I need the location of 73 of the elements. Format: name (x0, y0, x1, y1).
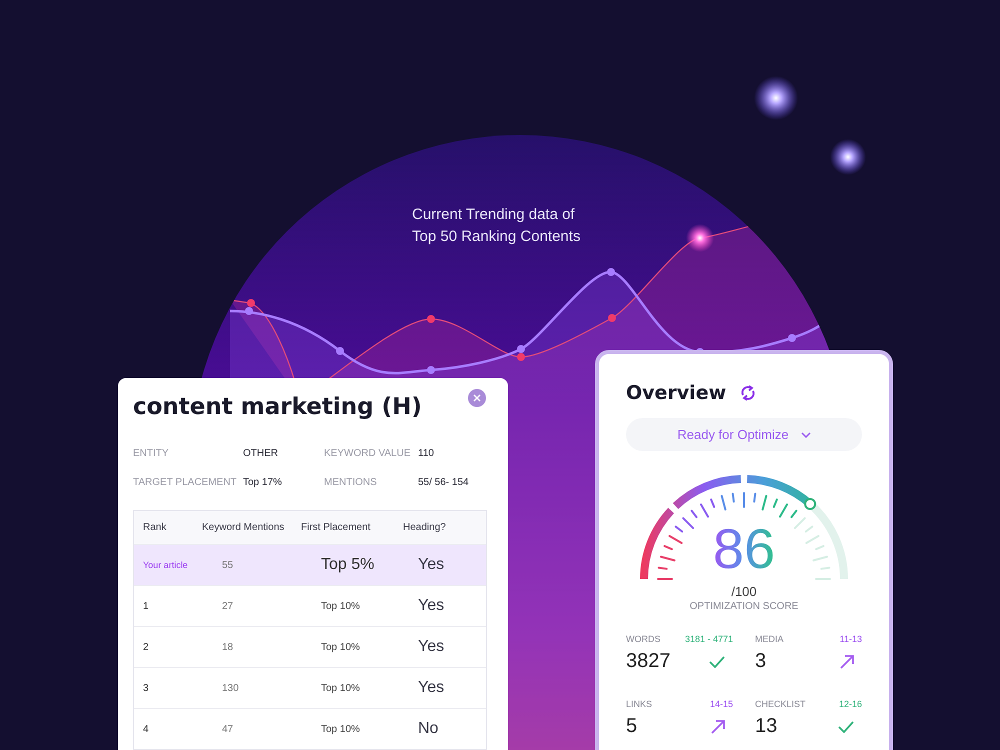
column-header: First Placement (301, 522, 372, 533)
table-cell-text: 130 (221, 682, 240, 694)
check-icon (838, 720, 854, 732)
metric-range: 11-13 (840, 634, 862, 644)
metric-label: MEDIA (755, 634, 784, 644)
close-button[interactable] (468, 389, 486, 407)
table-row[interactable]: 2 18 Top 10% Yes (134, 626, 486, 667)
glow-light (686, 224, 714, 252)
metric-range: 12-16 (838, 699, 862, 709)
table-cell-text: 3 (142, 682, 150, 694)
data-point (607, 268, 615, 276)
table-cell-text: 55 (221, 560, 234, 570)
table-cell-text: No (417, 720, 440, 738)
close-icon (473, 394, 481, 402)
score-max: /100 (730, 584, 758, 599)
table-cell-text: 4 (142, 724, 150, 734)
table-cell-text: Yes (417, 638, 446, 656)
table-row[interactable]: 3 130 Top 10% Yes (134, 667, 486, 708)
table-cell-text: Top 10% (320, 682, 361, 694)
arrow-up-right-icon (840, 654, 854, 668)
fact-label: KEYWORD VALUE (324, 448, 412, 459)
fact-label: ENTITY (133, 448, 170, 459)
metric-value: 3 (755, 650, 766, 673)
column-header: Rank (142, 522, 168, 533)
data-point (788, 334, 796, 342)
fact-value: Top 17% (243, 477, 283, 488)
table-row[interactable]: 4 47 Top 10% No (134, 708, 486, 749)
table-cell-text: 27 (221, 600, 234, 612)
fact-label: TARGET PLACEMENT (133, 477, 238, 488)
table-cell-text: Yes (417, 679, 446, 697)
table-cell-text: Yes (417, 556, 446, 574)
metric-range: 3181 - 4771 (684, 634, 733, 644)
chevron-down-icon (800, 432, 811, 438)
metric-label: LINKS (626, 699, 652, 709)
data-point (336, 347, 344, 355)
status-dropdown[interactable]: Ready for Optimize (626, 418, 862, 451)
metric-range: 14-15 (710, 699, 733, 709)
table-row[interactable]: 1 27 Top 10% Yes (134, 585, 486, 626)
table-cell-text: 47 (221, 724, 234, 734)
arrow-up-right-icon (711, 720, 725, 734)
column-header: Keyword Mentions (202, 522, 286, 533)
data-point (427, 315, 435, 323)
metric-value: 3827 (626, 650, 670, 673)
fact-label: MENTIONS (324, 477, 378, 488)
table-cell-text: 1 (142, 600, 150, 612)
refresh-icon[interactable] (740, 385, 756, 401)
table-cell-text: Yes (417, 597, 446, 615)
headline-text: Top 50 Ranking Contents (412, 227, 580, 247)
overview-title: Overview (626, 382, 726, 404)
metric-value: 13 (755, 715, 778, 738)
table-cell-text: Top 5% (320, 556, 376, 574)
glow-light (754, 76, 798, 120)
table-cell-text: Top 10% (320, 600, 361, 612)
table-cell-text: 2 (142, 642, 150, 652)
table-cell-text: Top 10% (320, 642, 361, 652)
table-row[interactable]: Your article 55 Top 5% Yes (134, 544, 486, 585)
keyword-title: content marketing (H) (133, 394, 422, 420)
table-cell-text: Top 10% (320, 724, 361, 734)
glow-light (830, 139, 866, 175)
data-point (608, 314, 616, 322)
fact-value: OTHER (243, 448, 279, 459)
metric-value: 5 (626, 715, 638, 738)
table-cell-text: 18 (221, 642, 234, 652)
column-header: Heading? (402, 522, 447, 533)
score-label: OPTIMIZATION SCORE (688, 601, 800, 612)
data-point (427, 366, 435, 374)
check-icon (709, 656, 725, 668)
fact-value: 55/ 56- 154 (418, 477, 470, 488)
metric-label: CHECKLIST (755, 699, 806, 709)
table-cell-text: Your article (142, 560, 189, 570)
fact-value: 110 (418, 448, 435, 459)
metric-label: WORDS (626, 634, 660, 644)
headline-text: Current Trending data of (412, 205, 576, 225)
